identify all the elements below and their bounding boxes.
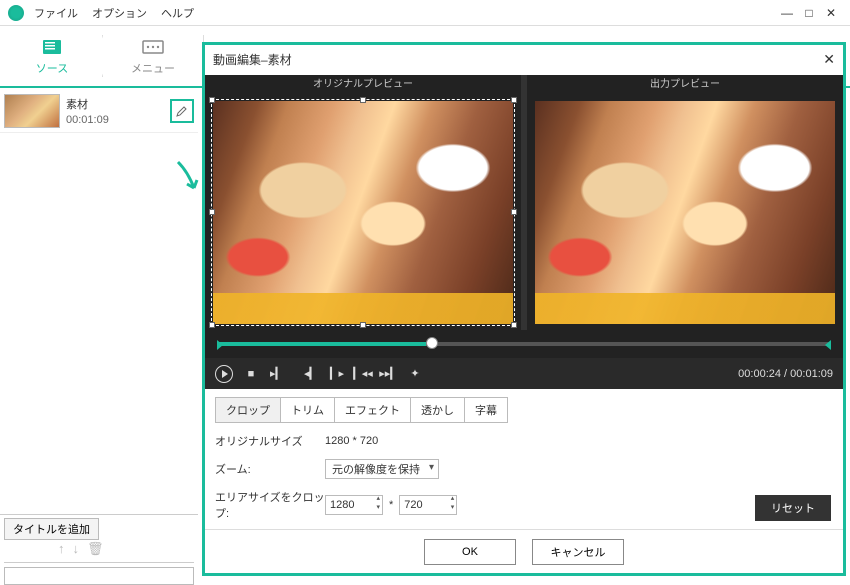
timeline-playhead[interactable] (426, 337, 438, 349)
window-maximize[interactable]: □ (798, 6, 820, 20)
time-total: 00:01:09 (790, 368, 833, 380)
dialog-footer: OK キャンセル (205, 529, 843, 573)
menu-options[interactable]: オプション (92, 5, 147, 21)
skip-back-button[interactable]: ▎◂◂ (353, 367, 373, 380)
settings-tabs: クロップ トリム エフェクト 透かし 字幕 (215, 397, 508, 423)
crop-selection[interactable] (211, 99, 515, 326)
preview-area: オリジナルプレビュー 出力プレビュー (205, 75, 843, 330)
step-frame-button[interactable]: ▸▎ (267, 367, 287, 380)
bottom-text-input[interactable] (4, 567, 194, 585)
ok-button[interactable]: OK (424, 539, 516, 565)
timeline-out-marker[interactable] (825, 340, 831, 350)
menu-icon (141, 37, 165, 57)
app-logo (8, 5, 24, 21)
settings-panel: クロップ トリム エフェクト 透かし 字幕 オリジナルサイズ 1280 * 72… (205, 389, 843, 529)
settings-tab-effect[interactable]: エフェクト (335, 398, 411, 422)
settings-tab-crop[interactable]: クロップ (216, 398, 281, 422)
crop-height-input[interactable]: 720 (399, 495, 457, 515)
zoom-label: ズーム: (215, 461, 325, 477)
settings-tab-watermark[interactable]: 透かし (411, 398, 465, 422)
timeline-track[interactable] (217, 342, 831, 346)
original-size-label: オリジナルサイズ (215, 433, 325, 449)
original-size-value: 1280 * 720 (325, 435, 378, 447)
menu-help[interactable]: ヘルプ (161, 5, 194, 21)
add-title-button[interactable]: タイトルを追加 (4, 518, 99, 540)
time-current: 00:00:24 (738, 368, 781, 380)
settings-tab-subtitle[interactable]: 字幕 (465, 398, 507, 422)
clip-duration: 00:01:09 (66, 114, 170, 126)
window-minimize[interactable]: — (776, 6, 798, 20)
clip-thumbnail (4, 94, 60, 128)
timeline[interactable] (205, 330, 843, 358)
sidebar: 素材 00:01:09 (0, 90, 198, 514)
window-close[interactable]: ✕ (820, 6, 842, 20)
reset-button[interactable]: リセット (755, 495, 831, 521)
output-preview (535, 101, 835, 324)
timeline-range (217, 342, 426, 346)
cancel-button[interactable]: キャンセル (532, 539, 624, 565)
dialog-close-button[interactable]: ✕ (823, 51, 835, 68)
output-preview-label: 出力プレビュー (527, 75, 843, 95)
tab-menu[interactable]: メニュー (109, 31, 197, 81)
dialog-title: 動画編集–素材 (213, 51, 292, 68)
tab-source-label: ソース (36, 60, 68, 76)
move-down-icon[interactable]: ↓ (73, 541, 80, 557)
settings-tab-trim[interactable]: トリム (281, 398, 335, 422)
titlebar: ファイル オプション ヘルプ — □ ✕ (0, 0, 850, 26)
crop-area-label: エリアサイズをクロップ: (215, 489, 325, 521)
zoom-select[interactable]: 元の解像度を保持 (325, 459, 439, 479)
skip-fwd-button[interactable]: ▸▸▎ (379, 367, 399, 380)
tab-menu-label: メニュー (131, 60, 175, 76)
edit-clip-button[interactable] (170, 99, 194, 123)
source-icon (40, 37, 64, 57)
stop-button[interactable]: ■ (241, 368, 261, 380)
tab-source[interactable]: ソース (8, 31, 96, 81)
pencil-icon (176, 105, 188, 117)
dialog-header: 動画編集–素材 ✕ (205, 45, 843, 75)
clip-info: 素材 00:01:09 (66, 96, 170, 126)
crop-width-input[interactable]: 1280 (325, 495, 383, 515)
clip-name: 素材 (66, 96, 170, 112)
bottom-tools: ↑ ↓ 🗑 (58, 541, 104, 557)
menu-file[interactable]: ファイル (34, 5, 78, 21)
play-button[interactable] (215, 365, 233, 383)
prev-mark-button[interactable]: ◂▎ (301, 367, 321, 380)
original-preview[interactable] (213, 101, 513, 324)
center-button[interactable]: ✦ (405, 367, 425, 380)
video-edit-dialog: 動画編集–素材 ✕ オリジナルプレビュー 出力プレビュー (202, 42, 846, 576)
move-up-icon[interactable]: ↑ (58, 541, 65, 557)
playback-controls: ■ ▸▎ ◂▎ ▎▸ ▎◂◂ ▸▸▎ ✦ 00:00:24 / 00:01:09 (205, 358, 843, 390)
next-mark-button[interactable]: ▎▸ (327, 367, 347, 380)
bottom-panel: タイトルを追加 ↑ ↓ 🗑 (0, 514, 198, 560)
clip-item[interactable]: 素材 00:01:09 (0, 90, 198, 133)
trash-icon[interactable]: 🗑 (87, 541, 104, 557)
time-display: 00:00:24 / 00:01:09 (738, 368, 833, 380)
original-preview-label: オリジナルプレビュー (205, 75, 521, 95)
